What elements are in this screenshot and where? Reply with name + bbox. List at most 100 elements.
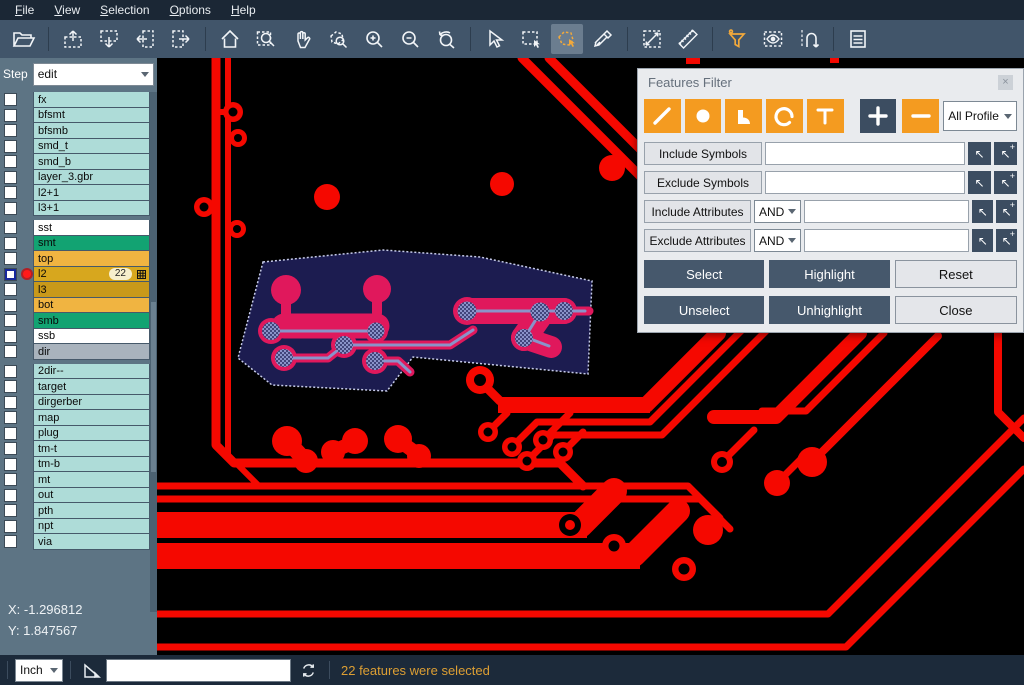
layer-checkbox[interactable] [4, 380, 17, 393]
layer-row-l3+1[interactable]: l3+1 [0, 201, 150, 217]
highlight-button[interactable]: Highlight [769, 260, 889, 288]
layer-checkbox[interactable] [4, 186, 17, 199]
layer-checkbox[interactable] [4, 411, 17, 424]
layer-checkbox[interactable] [4, 427, 17, 440]
pick-symbol-button[interactable]: ↖ [968, 142, 991, 165]
layer-row-out[interactable]: out [0, 488, 150, 504]
layer-checkbox[interactable] [4, 473, 17, 486]
zoom-area-button[interactable] [250, 24, 282, 54]
layer-checkbox[interactable] [4, 314, 17, 327]
unhighlight-button[interactable]: Unhighlight [769, 296, 889, 324]
layer-name[interactable]: smb [33, 313, 150, 329]
zoom-home-button[interactable] [214, 24, 246, 54]
layer-row-2dir--[interactable]: 2dir-- [0, 364, 150, 380]
include-attributes-operator[interactable]: AND [754, 200, 801, 223]
exclude-attributes-operator[interactable]: AND [754, 229, 801, 252]
include-symbols-button[interactable]: Include Symbols [644, 142, 762, 165]
layer-name[interactable]: via [33, 534, 150, 550]
layer-checkbox[interactable] [4, 442, 17, 455]
layer-name[interactable]: dirgerber [33, 395, 150, 411]
select-polygon-button[interactable] [551, 24, 583, 54]
layer-checkbox[interactable] [4, 283, 17, 296]
unit-dropdown[interactable]: Inch [15, 659, 63, 682]
layer-name[interactable]: tm-b [33, 457, 150, 473]
exclude-symbols-input[interactable] [765, 171, 965, 194]
layer-checkbox[interactable] [4, 155, 17, 168]
layer-row-smd_b[interactable]: smd_b [0, 154, 150, 170]
layer-checkbox[interactable] [4, 520, 17, 533]
layer-row-smt[interactable]: smt [0, 236, 150, 252]
layer-checkbox[interactable] [4, 504, 17, 517]
layer-name[interactable]: dir [33, 344, 150, 360]
pick-attribute-button[interactable]: ↖ [972, 200, 993, 223]
include-symbols-input[interactable] [765, 142, 965, 165]
measure-distance-button[interactable] [636, 24, 668, 54]
menu-selection[interactable]: Selection [91, 1, 158, 19]
unselect-button[interactable]: Unselect [644, 296, 764, 324]
layer-row-dirgerber[interactable]: dirgerber [0, 395, 150, 411]
layer-row-pth[interactable]: pth [0, 503, 150, 519]
profile-dropdown[interactable]: All Profile [943, 101, 1017, 131]
zoom-in-button[interactable] [358, 24, 390, 54]
menu-options[interactable]: Options [161, 1, 220, 19]
select-arrow-button[interactable] [479, 24, 511, 54]
command-input[interactable] [106, 659, 291, 682]
layer-checkbox[interactable] [4, 365, 17, 378]
remove-filter-button[interactable] [902, 99, 939, 133]
pick-add-symbol-button[interactable]: ↖+ [994, 171, 1017, 194]
layer-checkbox[interactable] [4, 221, 17, 234]
layer-checkbox[interactable] [4, 330, 17, 343]
menu-view[interactable]: View [45, 1, 89, 19]
filter-pads-button[interactable] [685, 99, 722, 133]
layer-name[interactable]: pth [33, 503, 150, 519]
layer-checkbox[interactable] [4, 109, 17, 122]
pick-add-attribute-button[interactable]: ↖+ [996, 200, 1017, 223]
zoom-out-button[interactable] [394, 24, 426, 54]
filter-text-button[interactable] [807, 99, 844, 133]
layer-checkbox[interactable] [4, 299, 17, 312]
zoom-previous-button[interactable] [430, 24, 462, 54]
layer-checkbox[interactable] [4, 458, 17, 471]
layer-name[interactable]: smd_t [33, 139, 150, 155]
layer-row-top[interactable]: top [0, 251, 150, 267]
layer-name[interactable]: npt [33, 519, 150, 535]
layer-row-l2[interactable]: l222 [0, 267, 150, 283]
layer-checkbox[interactable] [4, 268, 17, 281]
layer-checkbox[interactable] [4, 124, 17, 137]
layer-checkbox[interactable] [4, 140, 17, 153]
filter-arcs-button[interactable] [766, 99, 803, 133]
select-button[interactable]: Select [644, 260, 764, 288]
pan-hand-button[interactable] [286, 24, 318, 54]
pick-symbol-button[interactable]: ↖ [968, 171, 991, 194]
layer-row-layer_3.gbr[interactable]: layer_3.gbr [0, 170, 150, 186]
pick-add-attribute-button[interactable]: ↖+ [996, 229, 1017, 252]
layer-name[interactable]: bot [33, 298, 150, 314]
pick-attribute-button[interactable]: ↖ [972, 229, 993, 252]
layer-row-plug[interactable]: plug [0, 426, 150, 442]
layer-checkbox[interactable] [4, 237, 17, 250]
layer-row-bfsmt[interactable]: bfsmt [0, 108, 150, 124]
menu-file[interactable]: File [6, 1, 43, 19]
select-rectangle-button[interactable] [515, 24, 547, 54]
layer-name[interactable]: smt [33, 236, 150, 252]
layer-row-dir[interactable]: dir [0, 344, 150, 360]
dialog-title-bar[interactable]: Features Filter × [638, 69, 1023, 95]
add-filter-button[interactable] [860, 99, 897, 133]
angle-corner-icon[interactable] [82, 660, 102, 680]
layer-row-fx[interactable]: fx [0, 92, 150, 108]
view-selection-button[interactable] [757, 24, 789, 54]
features-filter-button[interactable] [721, 24, 753, 54]
exclude-attributes-button[interactable]: Exclude Attributes [644, 229, 751, 252]
layer-name[interactable]: sst [33, 220, 150, 236]
layer-name[interactable]: layer_3.gbr [33, 170, 150, 186]
layer-row-map[interactable]: map [0, 410, 150, 426]
layer-row-l3[interactable]: l3 [0, 282, 150, 298]
pick-add-symbol-button[interactable]: ↖+ [994, 142, 1017, 165]
filter-lines-button[interactable] [644, 99, 681, 133]
layer-name[interactable]: l3+1 [33, 201, 150, 217]
snap-route-button[interactable] [793, 24, 825, 54]
layer-name[interactable]: l222 [33, 267, 150, 283]
layer-name[interactable]: map [33, 410, 150, 426]
layer-name[interactable]: tm-t [33, 441, 150, 457]
layer-row-smb[interactable]: smb [0, 313, 150, 329]
